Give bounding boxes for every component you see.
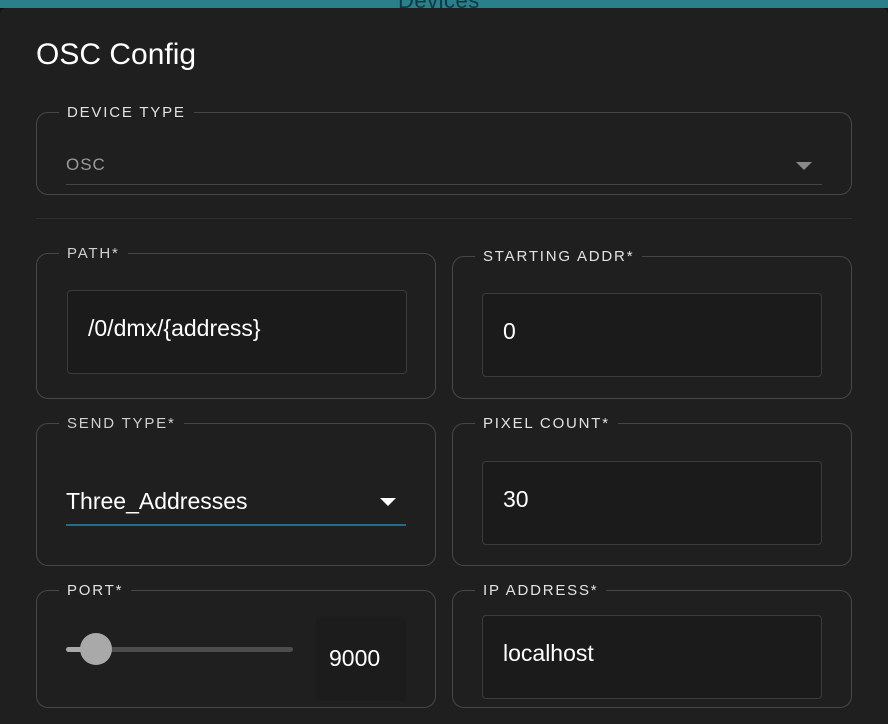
device-type-select[interactable]: OSC [66, 151, 822, 185]
path-input[interactable]: /0/dmx/{address} [67, 290, 407, 374]
osc-config-dialog: OSC Config DEVICE TYPE OSC PATH* /0/dmx/… [0, 8, 888, 724]
pixel-count-fieldset: PIXEL COUNT* 30 [452, 415, 852, 566]
ip-address-label: IP ADDRESS* [475, 582, 607, 600]
send-type-value: Three_Addresses [66, 488, 248, 514]
ip-address-fieldset: IP ADDRESS* localhost [452, 582, 852, 708]
path-label: PATH* [59, 245, 128, 263]
send-type-fieldset: SEND TYPE* Three_Addresses [36, 415, 436, 566]
pixel-count-input[interactable]: 30 [482, 461, 822, 545]
starting-addr-value: 0 [503, 318, 516, 344]
port-label: PORT* [59, 582, 132, 600]
dialog-title: OSC Config [36, 38, 197, 71]
send-type-select[interactable]: Three_Addresses [66, 478, 406, 526]
ip-address-input[interactable]: localhost [482, 615, 822, 699]
path-fieldset: PATH* /0/dmx/{address} [36, 245, 436, 399]
section-divider [36, 218, 852, 219]
port-fieldset: PORT* 9000 [36, 582, 436, 708]
caret-down-icon [796, 162, 812, 170]
pixel-count-value: 30 [503, 486, 529, 512]
device-type-value: OSC [66, 155, 106, 174]
starting-addr-fieldset: STARTING ADDR* 0 [452, 248, 852, 399]
path-value: /0/dmx/{address} [88, 315, 261, 341]
port-value: 9000 [329, 645, 381, 671]
device-type-fieldset: DEVICE TYPE OSC [36, 104, 852, 195]
send-type-label: SEND TYPE* [59, 415, 184, 433]
port-number-input[interactable]: 9000 [316, 617, 406, 701]
pixel-count-label: PIXEL COUNT* [475, 415, 618, 433]
device-type-label: DEVICE TYPE [59, 104, 194, 122]
port-slider-thumb[interactable] [79, 633, 112, 665]
starting-addr-input[interactable]: 0 [482, 293, 822, 377]
starting-addr-label: STARTING ADDR* [475, 248, 643, 266]
caret-down-icon [380, 498, 396, 506]
ip-address-value: localhost [503, 640, 594, 666]
